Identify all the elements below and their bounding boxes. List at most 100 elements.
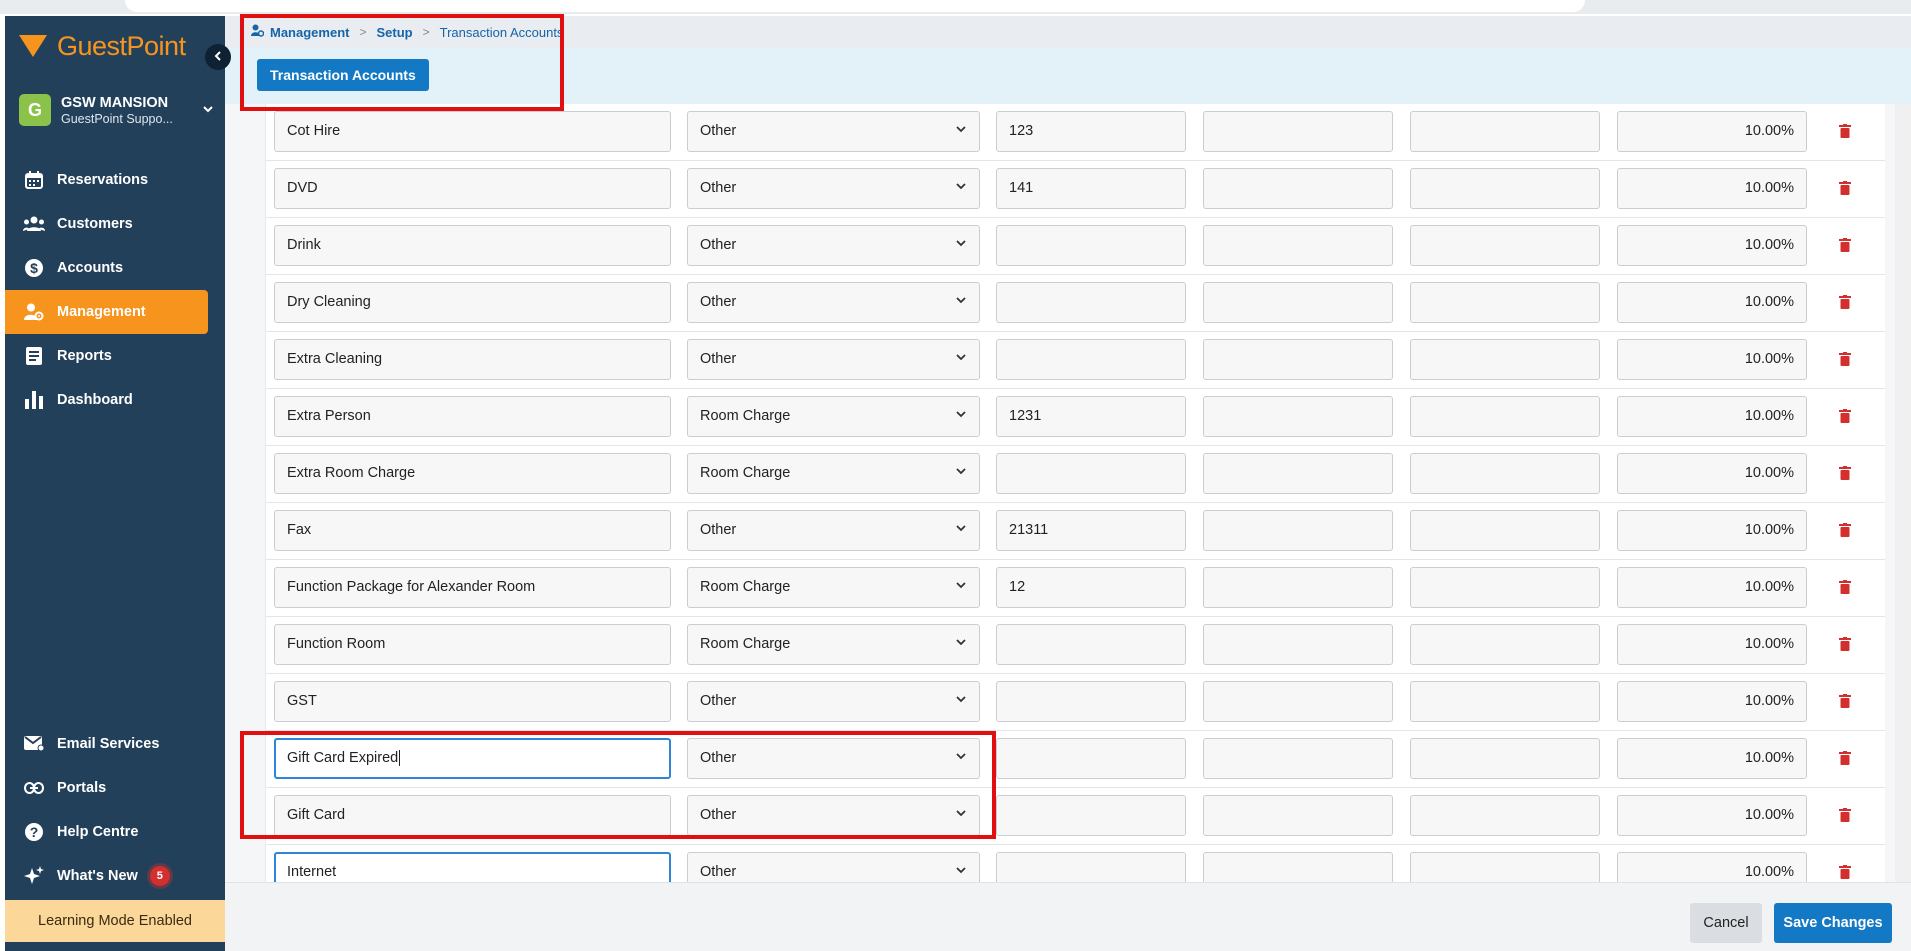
account-name-input[interactable]: Internet xyxy=(274,852,671,882)
trash-icon[interactable] xyxy=(1839,865,1853,881)
breadcrumb-management[interactable]: Management xyxy=(270,25,349,40)
trash-icon[interactable] xyxy=(1839,466,1853,482)
cancel-button[interactable]: Cancel xyxy=(1690,903,1762,943)
account-type-select[interactable]: Other xyxy=(687,852,980,882)
trash-icon[interactable] xyxy=(1839,238,1853,254)
extra-field-1[interactable] xyxy=(1203,282,1393,323)
code-field[interactable]: 1231 xyxy=(996,396,1186,437)
nav-item-dashboard[interactable]: Dashboard xyxy=(5,378,225,422)
account-name-input[interactable]: Fax xyxy=(274,510,671,551)
extra-field-1[interactable] xyxy=(1203,111,1393,152)
account-type-select[interactable]: Other xyxy=(687,225,980,266)
account-name-input[interactable]: Function Package for Alexander Room xyxy=(274,567,671,608)
extra-field-1[interactable] xyxy=(1203,396,1393,437)
tab-transaction-accounts[interactable]: Transaction Accounts xyxy=(257,59,429,91)
extra-field-1[interactable] xyxy=(1203,168,1393,209)
extra-field-2[interactable] xyxy=(1410,681,1600,722)
account-name-input[interactable]: Gift Card Expired xyxy=(274,738,671,779)
account-type-select[interactable]: Room Charge xyxy=(687,453,980,494)
tax-rate-field[interactable]: 10.00% xyxy=(1617,624,1807,665)
trash-icon[interactable] xyxy=(1839,637,1853,653)
code-field[interactable]: 123 xyxy=(996,111,1186,152)
trash-icon[interactable] xyxy=(1839,523,1853,539)
nav-item-reports[interactable]: Reports xyxy=(5,334,225,378)
tax-rate-field[interactable]: 10.00% xyxy=(1617,339,1807,380)
code-field[interactable] xyxy=(996,681,1186,722)
code-field[interactable] xyxy=(996,624,1186,665)
extra-field-1[interactable] xyxy=(1203,795,1393,836)
tax-rate-field[interactable]: 10.00% xyxy=(1617,510,1807,551)
account-type-select[interactable]: Other xyxy=(687,681,980,722)
code-field[interactable] xyxy=(996,339,1186,380)
account-type-select[interactable]: Other xyxy=(687,795,980,836)
account-name-input[interactable]: Drink xyxy=(274,225,671,266)
trash-icon[interactable] xyxy=(1839,181,1853,197)
tax-rate-field[interactable]: 10.00% xyxy=(1617,852,1807,882)
trash-icon[interactable] xyxy=(1839,409,1853,425)
tax-rate-field[interactable]: 10.00% xyxy=(1617,795,1807,836)
trash-icon[interactable] xyxy=(1839,352,1853,368)
extra-field-2[interactable] xyxy=(1410,453,1600,494)
tax-rate-field[interactable]: 10.00% xyxy=(1617,168,1807,209)
nav-item-email-services[interactable]: Email Services xyxy=(5,722,225,766)
extra-field-2[interactable] xyxy=(1410,111,1600,152)
breadcrumb-setup[interactable]: Setup xyxy=(376,25,412,40)
extra-field-1[interactable] xyxy=(1203,738,1393,779)
account-name-input[interactable]: Cot Hire xyxy=(274,111,671,152)
trash-icon[interactable] xyxy=(1839,694,1853,710)
trash-icon[interactable] xyxy=(1839,751,1853,767)
tax-rate-field[interactable]: 10.00% xyxy=(1617,738,1807,779)
account-name-input[interactable]: Extra Person xyxy=(274,396,671,437)
extra-field-2[interactable] xyxy=(1410,567,1600,608)
account-type-select[interactable]: Other xyxy=(687,510,980,551)
account-type-select[interactable]: Other xyxy=(687,168,980,209)
extra-field-2[interactable] xyxy=(1410,738,1600,779)
code-field[interactable] xyxy=(996,738,1186,779)
account-name-input[interactable]: Gift Card xyxy=(274,795,671,836)
learning-mode-banner[interactable]: Learning Mode Enabled xyxy=(5,900,225,942)
extra-field-2[interactable] xyxy=(1410,282,1600,323)
nav-item-accounts[interactable]: $ Accounts xyxy=(5,246,225,290)
tax-rate-field[interactable]: 10.00% xyxy=(1617,225,1807,266)
code-field[interactable]: 12 xyxy=(996,567,1186,608)
account-type-select[interactable]: Room Charge xyxy=(687,396,980,437)
code-field[interactable] xyxy=(996,795,1186,836)
code-field[interactable] xyxy=(996,852,1186,882)
nav-item-customers[interactable]: Customers xyxy=(5,202,225,246)
extra-field-1[interactable] xyxy=(1203,453,1393,494)
nav-item-management[interactable]: Management xyxy=(5,290,208,334)
extra-field-1[interactable] xyxy=(1203,681,1393,722)
property-switcher[interactable]: G GSW MANSION GuestPoint Suppo... xyxy=(19,90,215,130)
account-name-input[interactable]: Extra Cleaning xyxy=(274,339,671,380)
account-name-input[interactable]: Extra Room Charge xyxy=(274,453,671,494)
account-name-input[interactable]: Function Room xyxy=(274,624,671,665)
account-type-select[interactable]: Room Charge xyxy=(687,624,980,665)
extra-field-1[interactable] xyxy=(1203,567,1393,608)
account-type-select[interactable]: Other xyxy=(687,339,980,380)
extra-field-2[interactable] xyxy=(1410,225,1600,266)
code-field[interactable] xyxy=(996,282,1186,323)
extra-field-1[interactable] xyxy=(1203,852,1393,882)
scrollbar[interactable] xyxy=(1895,104,1911,882)
address-bar[interactable] xyxy=(125,0,1585,12)
trash-icon[interactable] xyxy=(1839,808,1853,824)
code-field[interactable]: 21311 xyxy=(996,510,1186,551)
account-type-select[interactable]: Other xyxy=(687,738,980,779)
extra-field-1[interactable] xyxy=(1203,510,1393,551)
trash-icon[interactable] xyxy=(1839,580,1853,596)
nav-item-help-centre[interactable]: ? Help Centre xyxy=(5,810,225,854)
tax-rate-field[interactable]: 10.00% xyxy=(1617,681,1807,722)
trash-icon[interactable] xyxy=(1839,295,1853,311)
account-name-input[interactable]: Dry Cleaning xyxy=(274,282,671,323)
tax-rate-field[interactable]: 10.00% xyxy=(1617,396,1807,437)
code-field[interactable] xyxy=(996,225,1186,266)
extra-field-2[interactable] xyxy=(1410,795,1600,836)
account-name-input[interactable]: GST xyxy=(274,681,671,722)
tax-rate-field[interactable]: 10.00% xyxy=(1617,567,1807,608)
tax-rate-field[interactable]: 10.00% xyxy=(1617,111,1807,152)
account-type-select[interactable]: Room Charge xyxy=(687,567,980,608)
extra-field-1[interactable] xyxy=(1203,225,1393,266)
extra-field-2[interactable] xyxy=(1410,339,1600,380)
extra-field-2[interactable] xyxy=(1410,624,1600,665)
collapse-sidebar-button[interactable] xyxy=(205,44,231,70)
